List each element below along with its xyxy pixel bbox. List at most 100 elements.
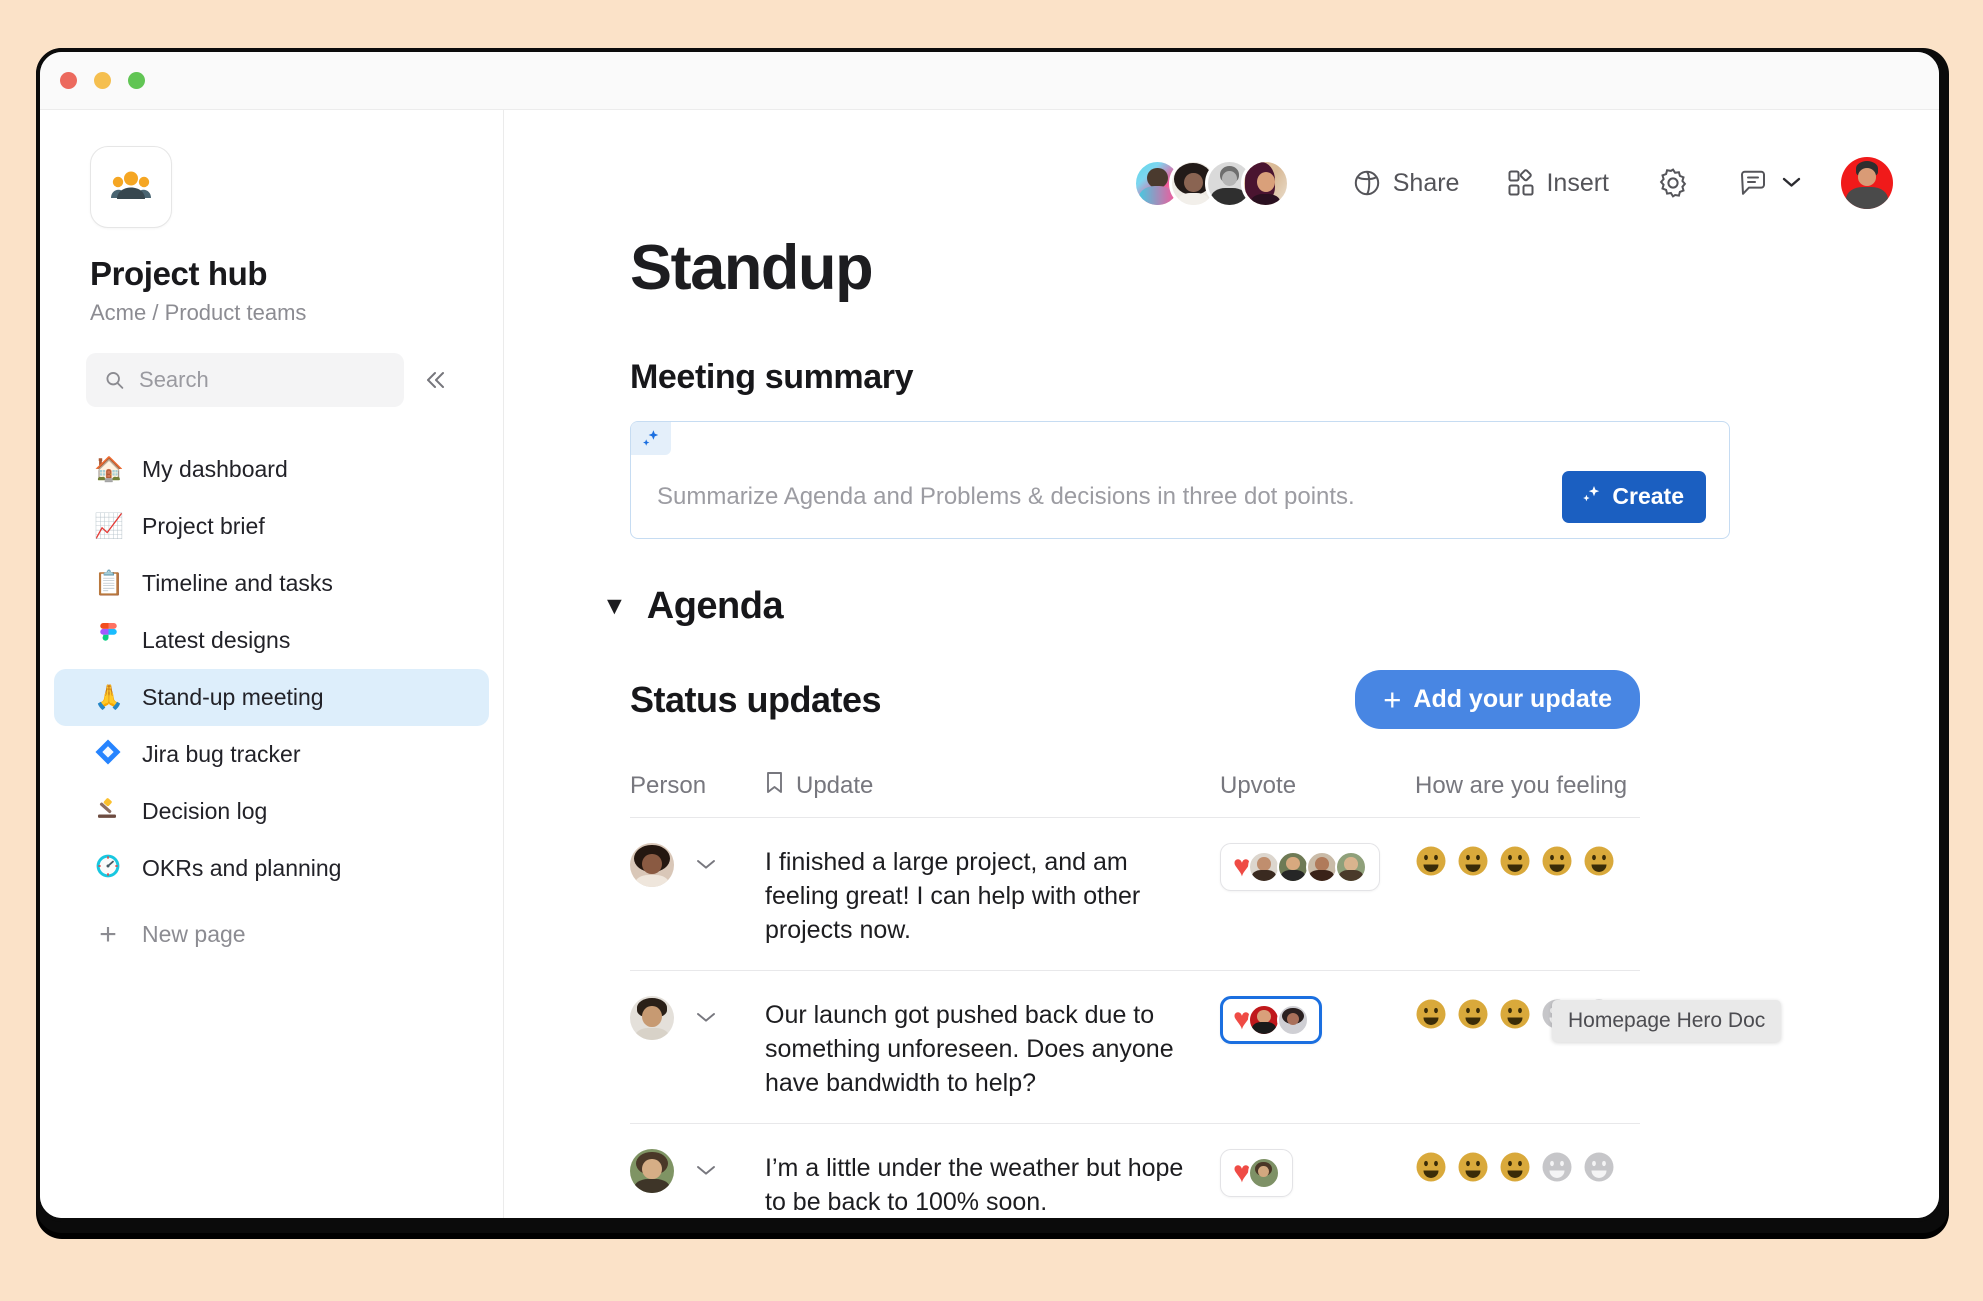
sidebar-item-label: Jira bug tracker (142, 741, 301, 767)
globe-share-icon (1352, 168, 1382, 198)
ai-summary-box[interactable]: Summarize Agenda and Problems & decision… (630, 421, 1730, 539)
create-summary-button[interactable]: Create (1562, 470, 1706, 523)
ai-summary-row: Summarize Agenda and Problems & decision… (631, 455, 1729, 538)
row-person-cell (630, 841, 765, 887)
sidebar-item-timeline-and-tasks[interactable]: 📋 Timeline and tasks (54, 555, 489, 612)
compass-icon (94, 853, 122, 884)
document-toolbar: Share Insert (504, 110, 1939, 218)
sidebar-item-label: Stand-up meeting (142, 684, 324, 710)
ai-summary-placeholder[interactable]: Summarize Agenda and Problems & decision… (657, 483, 1355, 511)
sidebar: Project hub Acme / Product teams 🏠 (40, 110, 504, 1218)
smiley-face-icon[interactable] (1499, 845, 1531, 877)
sparkles-icon (1580, 483, 1602, 511)
close-window-button[interactable] (60, 72, 77, 89)
zoom-window-button[interactable] (128, 72, 145, 89)
smiley-face-icon[interactable] (1541, 845, 1573, 877)
sidebar-nav: 🏠 My dashboard 📈 Project brief 📋 Timelin… (40, 441, 503, 963)
screenshot-root: Project hub Acme / Product teams 🏠 (0, 0, 1983, 1301)
collaborator-avatars[interactable] (1132, 158, 1290, 208)
row-avatar[interactable] (630, 843, 674, 887)
gear-icon (1657, 167, 1689, 199)
row-expand-chevron[interactable] (696, 1007, 716, 1029)
chevron-down-icon (1782, 173, 1801, 193)
current-user-avatar[interactable] (1841, 157, 1893, 209)
figma-icon (94, 623, 122, 658)
sidebar-item-stand-up-meeting[interactable]: 🙏 Stand-up meeting (54, 669, 489, 726)
insert-label: Insert (1546, 168, 1609, 197)
smiley-face-icon[interactable] (1457, 998, 1489, 1030)
sidebar-new-page-label: New page (142, 921, 246, 947)
voter-avatar (1247, 1004, 1280, 1036)
traffic-light-buttons (60, 72, 145, 89)
agenda-title: Agenda (646, 585, 784, 627)
caret-down-icon[interactable]: ▼ (602, 594, 627, 619)
table-header-row: Person Update Upvote How are you feeling (630, 771, 1640, 818)
main-content: Share Insert Standup Meeting summary Sum… (504, 110, 1939, 1218)
share-button[interactable]: Share (1342, 162, 1470, 204)
sidebar-item-okrs-and-planning[interactable]: OKRs and planning (54, 840, 489, 897)
row-expand-chevron[interactable] (696, 854, 716, 876)
add-your-update-button[interactable]: + Add your update (1355, 670, 1640, 729)
row-avatar[interactable] (630, 1149, 674, 1193)
voter-avatar (1276, 1004, 1309, 1036)
table-row[interactable]: I finished a large project, and am feeli… (630, 818, 1640, 971)
upvote-pill[interactable]: ♥ (1220, 1149, 1293, 1197)
smiley-face-icon[interactable] (1583, 845, 1615, 877)
comments-button[interactable] (1727, 161, 1811, 205)
sidebar-item-label: OKRs and planning (142, 855, 342, 881)
collapse-sidebar-button[interactable] (418, 363, 452, 397)
collaborator-avatar-4[interactable] (1240, 158, 1290, 208)
sidebar-item-decision-log[interactable]: Decision log (54, 783, 489, 840)
agenda-section-header[interactable]: ▼ Agenda (602, 585, 1939, 628)
gavel-icon (94, 796, 122, 827)
house-icon: 🏠 (94, 455, 124, 483)
sidebar-item-my-dashboard[interactable]: 🏠 My dashboard (54, 441, 489, 498)
chart-up-icon: 📈 (94, 512, 124, 540)
praying-hands-icon: 🙏 (94, 683, 124, 711)
smiley-face-icon[interactable] (1457, 1151, 1489, 1183)
sidebar-item-label: Project brief (142, 513, 265, 539)
add-update-label: Add your update (1413, 685, 1612, 713)
status-updates-table: Person Update Upvote How are you feeling (630, 771, 1640, 1218)
settings-button[interactable] (1647, 161, 1699, 205)
smiley-face-icon[interactable] (1457, 845, 1489, 877)
sidebar-item-latest-designs[interactable]: Latest designs (54, 612, 489, 669)
workspace-breadcrumb: Acme / Product teams (90, 300, 307, 325)
row-feeling-cell (1415, 841, 1640, 877)
table-row[interactable]: Our launch got pushed back due to someth… (630, 971, 1640, 1124)
comment-bubble-icon (1737, 167, 1769, 199)
create-label: Create (1612, 483, 1684, 509)
status-updates-title: Status updates (630, 678, 882, 720)
row-upvote-cell: ♥ (1220, 994, 1415, 1044)
sidebar-item-jira-bug-tracker[interactable]: Jira bug tracker (54, 726, 489, 783)
voter-avatar (1276, 851, 1309, 883)
plus-icon: + (99, 917, 117, 951)
smiley-face-icon[interactable] (1499, 998, 1531, 1030)
search-input[interactable] (139, 367, 386, 393)
workspace-icon[interactable] (90, 146, 172, 228)
row-person-cell (630, 1147, 765, 1193)
minimize-window-button[interactable] (94, 72, 111, 89)
sidebar-item-project-brief[interactable]: 📈 Project brief (54, 498, 489, 555)
insert-button[interactable]: Insert (1497, 163, 1619, 204)
smiley-face-icon-muted[interactable] (1583, 1151, 1615, 1183)
sidebar-new-page-button[interactable]: + New page (54, 906, 489, 963)
smiley-face-icon[interactable] (1415, 845, 1447, 877)
upvote-pill[interactable]: ♥ (1220, 843, 1380, 891)
row-avatar[interactable] (630, 996, 674, 1040)
voter-avatar (1247, 1157, 1280, 1189)
table-row[interactable]: I’m a little under the weather but hope … (630, 1124, 1640, 1218)
smiley-face-icon-muted[interactable] (1541, 1151, 1573, 1183)
plus-icon: + (1383, 682, 1402, 717)
upvote-pill-selected[interactable]: ♥ (1220, 996, 1322, 1044)
smiley-face-icon[interactable] (1415, 998, 1447, 1030)
row-expand-chevron[interactable] (696, 1160, 716, 1182)
people-group-icon (111, 171, 151, 199)
voter-avatar (1334, 851, 1367, 883)
row-update-text: Our launch got pushed back due to someth… (765, 1001, 1174, 1097)
search-box[interactable] (86, 353, 404, 407)
smiley-face-icon[interactable] (1415, 1151, 1447, 1183)
sidebar-item-label: Decision log (142, 798, 268, 824)
workspace-title: Project hub (90, 255, 268, 292)
smiley-face-icon[interactable] (1499, 1151, 1531, 1183)
